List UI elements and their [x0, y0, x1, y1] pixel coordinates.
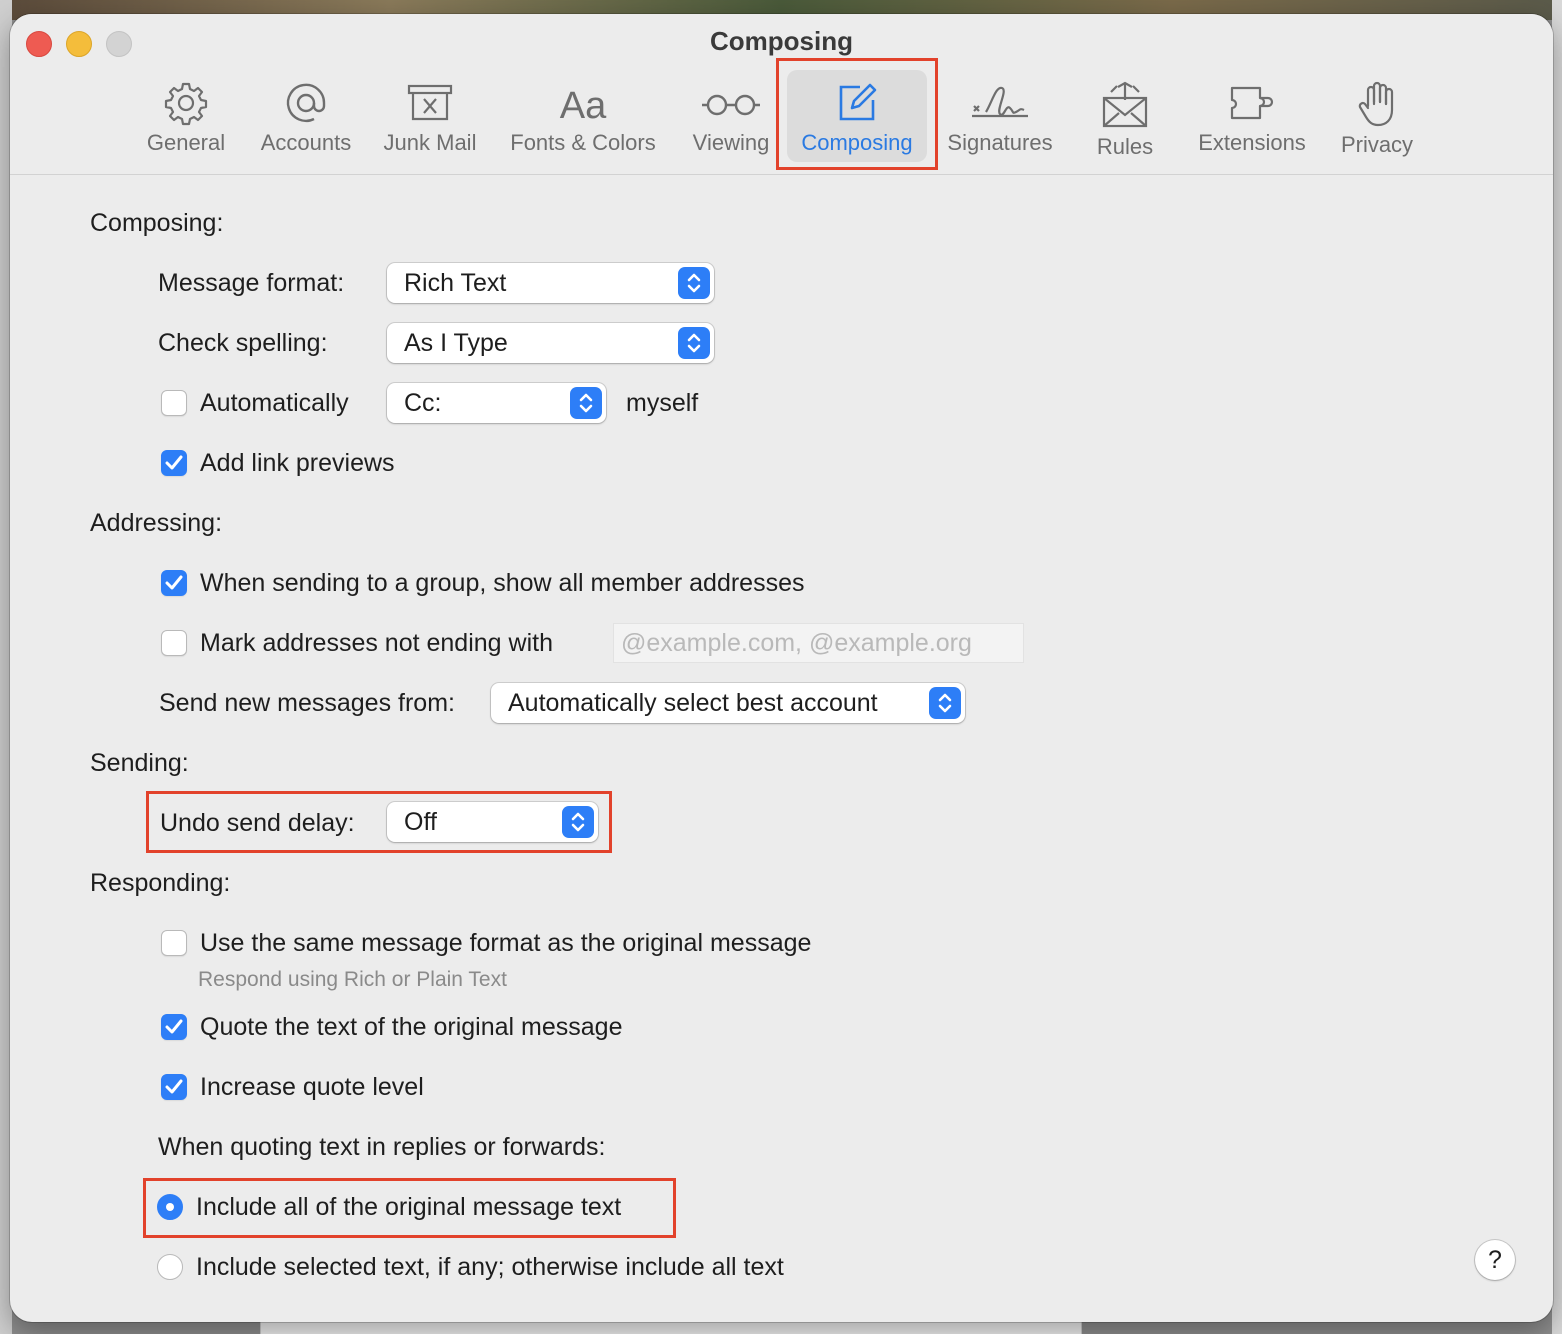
checkmark-icon: [165, 1079, 183, 1094]
rules-envelope-icon: [1102, 81, 1148, 128]
highlight-box-composing-tab: [776, 58, 938, 170]
automatically-cc-checkbox[interactable]: [161, 390, 187, 416]
mark-addresses-label: Mark addresses not ending with: [200, 629, 553, 657]
tab-label: General: [146, 130, 226, 155]
tab-extensions[interactable]: Extensions: [1190, 66, 1314, 166]
popup-value: Automatically select best account: [508, 689, 878, 717]
window-title: Composing: [710, 26, 853, 56]
tab-label: Rules: [1096, 134, 1154, 159]
tab-rules[interactable]: Rules: [1078, 66, 1172, 166]
signature-icon: [972, 86, 1028, 118]
tab-label: Accounts: [260, 130, 352, 155]
add-link-previews-checkbox[interactable]: [161, 450, 187, 476]
section-heading-addressing: Addressing:: [90, 509, 223, 537]
tab-label: Viewing: [692, 130, 770, 155]
check-spelling-popup[interactable]: As I Type: [387, 323, 714, 363]
tab-general[interactable]: General: [138, 66, 234, 166]
glasses-icon: [702, 94, 760, 116]
background-window-edge-right: [1552, 0, 1562, 1334]
junk-bin-icon: [407, 84, 453, 121]
checkmark-icon: [165, 455, 183, 470]
highlight-box-undo-send: [146, 791, 612, 853]
check-spelling-label: Check spelling:: [158, 329, 328, 357]
preferences-window: Composing General Accounts Junk Mail Aa …: [10, 14, 1553, 1322]
send-from-popup[interactable]: Automatically select best account: [491, 683, 965, 723]
preferences-content: Composing: Message format: Rich Text Che…: [10, 175, 1553, 1322]
popup-value: Cc:: [404, 389, 442, 417]
popup-value: As I Type: [404, 329, 508, 357]
tab-signatures[interactable]: Signatures: [943, 66, 1057, 166]
include-selected-radio[interactable]: [157, 1254, 183, 1280]
chevron-updown-icon: [678, 267, 710, 299]
quote-original-label: Quote the text of the original message: [200, 1013, 623, 1041]
chevron-updown-icon: [929, 687, 961, 719]
same-format-hint: Respond using Rich or Plain Text: [198, 968, 507, 991]
quoting-label: When quoting text in replies or forwards…: [158, 1133, 606, 1161]
increase-quote-label: Increase quote level: [200, 1073, 424, 1101]
send-from-label: Send new messages from:: [159, 689, 455, 717]
section-heading-responding: Responding:: [90, 869, 231, 897]
same-format-label: Use the same message format as the origi…: [200, 929, 812, 957]
tab-label: Privacy: [1340, 132, 1414, 157]
checkmark-icon: [165, 1019, 183, 1034]
tab-viewing[interactable]: Viewing: [684, 66, 778, 166]
section-heading-composing: Composing:: [90, 209, 224, 237]
highlight-box-include-all: [143, 1178, 676, 1238]
puzzle-icon: [1230, 86, 1274, 120]
group-addresses-checkbox[interactable]: [161, 570, 187, 596]
automatically-label: Automatically: [200, 389, 349, 417]
tab-label: Fonts & Colors: [510, 130, 656, 155]
at-sign-icon: [286, 83, 326, 123]
hand-icon: [1358, 81, 1394, 127]
tab-junk-mail[interactable]: Junk Mail: [378, 66, 482, 166]
chevron-updown-icon: [570, 387, 602, 419]
message-format-popup[interactable]: Rich Text: [387, 263, 714, 303]
message-format-label: Message format:: [158, 269, 345, 297]
help-button[interactable]: ?: [1475, 1240, 1515, 1280]
increase-quote-checkbox[interactable]: [161, 1074, 187, 1100]
font-aa-icon: Aa: [560, 85, 607, 126]
tab-label: Signatures: [947, 130, 1053, 155]
svg-text:Aa: Aa: [560, 85, 607, 126]
tab-fonts-colors[interactable]: Aa Fonts & Colors: [502, 66, 664, 166]
myself-label: myself: [626, 389, 699, 417]
add-link-previews-label: Add link previews: [200, 449, 395, 477]
tab-privacy[interactable]: Privacy: [1332, 66, 1422, 166]
tab-label: Junk Mail: [383, 130, 477, 155]
quote-original-checkbox[interactable]: [161, 1014, 187, 1040]
mark-addresses-checkbox[interactable]: [161, 630, 187, 656]
include-selected-label: Include selected text, if any; otherwise…: [196, 1253, 784, 1281]
section-heading-sending: Sending:: [90, 749, 189, 777]
same-format-checkbox[interactable]: [161, 930, 187, 956]
popup-value: Rich Text: [404, 269, 507, 297]
group-addresses-label: When sending to a group, show all member…: [200, 569, 805, 597]
mark-addresses-field[interactable]: @example.com, @example.org: [613, 623, 1024, 663]
chevron-updown-icon: [678, 327, 710, 359]
auto-cc-popup[interactable]: Cc:: [387, 383, 606, 423]
checkmark-icon: [165, 575, 183, 590]
tab-accounts[interactable]: Accounts: [254, 66, 358, 166]
titlebar-toolbar: Composing General Accounts Junk Mail Aa …: [10, 14, 1553, 175]
tab-label: Extensions: [1198, 130, 1306, 155]
gear-icon: [164, 82, 208, 126]
